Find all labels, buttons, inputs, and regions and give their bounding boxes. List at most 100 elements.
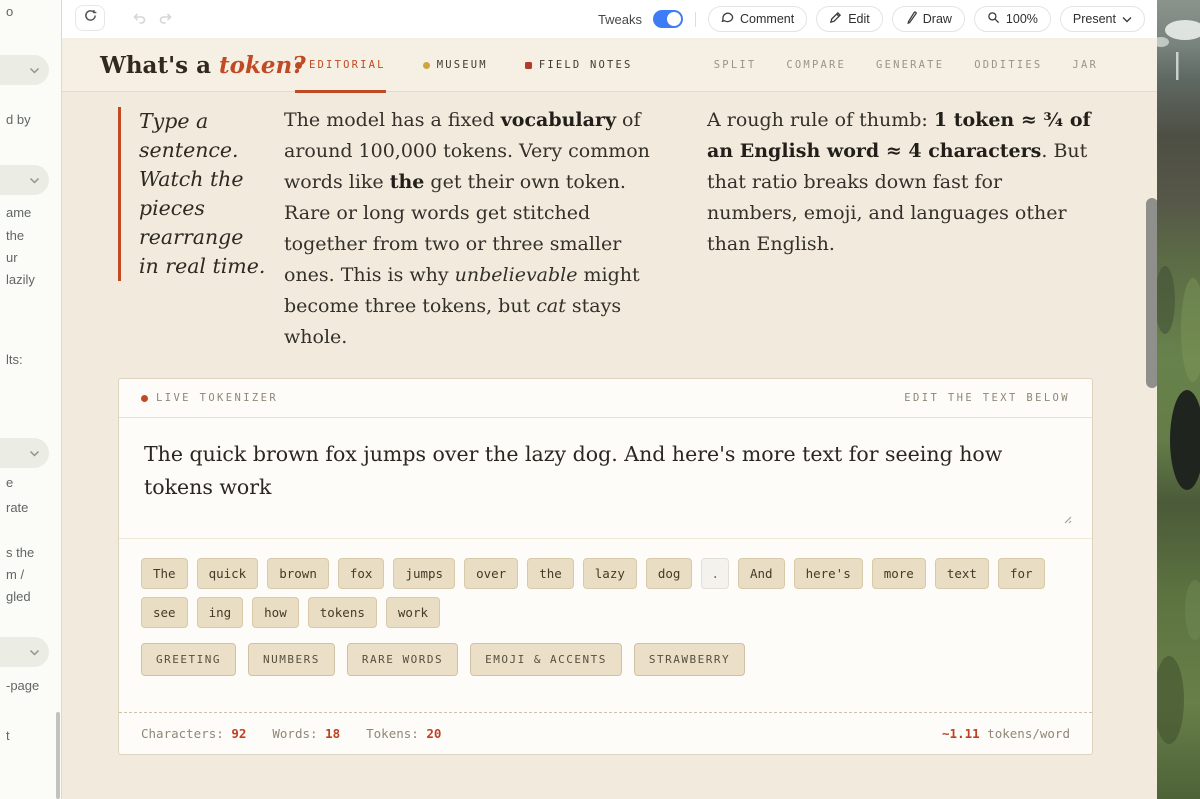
draw-label: Draw (923, 12, 952, 26)
token-chip: The (141, 558, 188, 589)
nav-tab-field-notes[interactable]: FIELD NOTES (525, 38, 633, 92)
stat-item: Tokens: 20 (366, 726, 441, 741)
nav-tab-label: EDITORIAL (309, 59, 386, 71)
chevron-down-icon (29, 61, 40, 79)
present-button[interactable]: Present (1060, 6, 1145, 32)
stat-value: 18 (325, 726, 340, 741)
token-chip: And (738, 558, 785, 589)
tweaks-toggle[interactable] (653, 10, 683, 28)
dot-marker-icon (423, 62, 430, 69)
nav-link-split[interactable]: SPLIT (714, 59, 757, 71)
sidebar-text-fragment: ame (6, 205, 31, 220)
nav-tab-label: FIELD NOTES (539, 59, 633, 71)
stat-value: 20 (426, 726, 441, 741)
square-marker-icon (525, 62, 532, 69)
stats-group: Characters: 92Words: 18Tokens: 20 (141, 726, 441, 741)
stat-label: Tokens: (366, 726, 426, 741)
panel-footer: Characters: 92Words: 18Tokens: 20 ~1.11 … (119, 712, 1092, 754)
ratio-label: tokens/word (987, 726, 1070, 741)
tokenizer-textarea[interactable]: The quick brown fox jumps over the lazy … (144, 438, 1049, 504)
nav-tab-editorial[interactable]: EDITORIAL (295, 38, 386, 92)
zoom-level-label: 100% (1006, 12, 1038, 26)
title-accent: token? (219, 52, 306, 79)
present-label: Present (1073, 12, 1116, 26)
undo-icon[interactable] (132, 11, 147, 30)
token-chip: fox (338, 558, 385, 589)
sidebar-text-fragment: gled (6, 589, 31, 604)
magnifier-icon (987, 11, 1000, 27)
nav-link-compare[interactable]: COMPARE (786, 59, 846, 71)
refresh-icon (84, 9, 97, 27)
sidebar-select[interactable] (0, 55, 49, 85)
preset-button-strawberry[interactable]: STRAWBERRY (634, 643, 745, 676)
token-chip: quick (197, 558, 259, 589)
preset-button-emoji-accents[interactable]: EMOJI & ACCENTS (470, 643, 622, 676)
sidebar-text-fragment: lazily (6, 272, 35, 287)
primary-nav: EDITORIAL MUSEUM FIELD NOTES (295, 38, 633, 92)
token-chip: lazy (583, 558, 637, 589)
zoom-button[interactable]: 100% (974, 6, 1051, 32)
reload-button[interactable] (75, 5, 105, 31)
token-chip: work (386, 597, 440, 628)
chevron-down-icon (29, 171, 40, 189)
sidebar-text-fragment: lts: (6, 352, 23, 367)
pull-quote: Type a sentence. Watch the pieces rearra… (118, 107, 268, 281)
edit-button[interactable]: Edit (816, 6, 883, 32)
edit-label: Edit (848, 12, 870, 26)
preset-button-rare-words[interactable]: RARE WORDS (347, 643, 458, 676)
editorial-paragraph-2: A rough rule of thumb: 1 token ≈ ¾ of an… (707, 105, 1093, 260)
nav-link-oddities[interactable]: ODDITIES (974, 59, 1042, 71)
preset-button-numbers[interactable]: NUMBERS (248, 643, 335, 676)
tweaks-label: Tweaks (598, 12, 642, 27)
dot-marker-icon (295, 62, 302, 69)
secondary-nav: SPLIT COMPARE GENERATE ODDITIES JAR (714, 38, 1098, 92)
sidebar-text-fragment: m / (6, 567, 24, 582)
stat-label: Characters: (141, 726, 231, 741)
text-segment: vocabulary (501, 109, 616, 131)
token-chip: brown (267, 558, 329, 589)
token-chip: dog (646, 558, 693, 589)
sidebar-scrollbar-thumb[interactable] (56, 712, 60, 799)
text-segment: The model has a fixed (284, 109, 501, 131)
stat-label: Words: (272, 726, 325, 741)
sidebar-select[interactable] (0, 165, 49, 195)
nav-link-generate[interactable]: GENERATE (876, 59, 944, 71)
token-chip: . (701, 558, 729, 589)
toolbar-divider (695, 12, 696, 27)
nav-tab-museum[interactable]: MUSEUM (423, 38, 488, 92)
text-segment: unbelievable (455, 264, 578, 286)
sidebar-text-fragment: the (6, 228, 24, 243)
main-area: Tweaks Comment (62, 0, 1157, 799)
token-chip: tokens (308, 597, 377, 628)
token-chip: the (527, 558, 574, 589)
comment-bubble-icon (721, 11, 734, 27)
token-chip: over (464, 558, 518, 589)
ratio-stat: ~1.11 tokens/word (942, 726, 1070, 741)
live-tokenizer-panel: LIVE TOKENIZER EDIT THE TEXT BELOW The q… (118, 378, 1093, 755)
nav-tab-label: MUSEUM (437, 59, 488, 71)
draw-button[interactable]: Draw (892, 6, 965, 32)
sidebar-select[interactable] (0, 637, 49, 667)
chevron-down-icon (1122, 12, 1132, 26)
nav-link-jar[interactable]: JAR (1072, 59, 1098, 71)
sidebar-select[interactable] (0, 438, 49, 468)
page-content: Type a sentence. Watch the pieces rearra… (62, 92, 1157, 799)
comment-button[interactable]: Comment (708, 6, 807, 32)
sidebar-text-fragment: -page (6, 678, 39, 693)
pen-icon (829, 11, 842, 27)
sidebar-text-fragment: t (6, 728, 10, 743)
token-chip: jumps (393, 558, 455, 589)
tweaks-sidebar: od byametheurlazilylts:erates them /gled… (0, 0, 62, 799)
token-list: The quick brown fox jumps overthelazydog. And h… (119, 539, 1084, 628)
redo-icon[interactable] (158, 11, 173, 30)
panel-title: LIVE TOKENIZER (141, 392, 278, 404)
token-chip: for (998, 558, 1045, 589)
resize-handle-icon[interactable] (1061, 511, 1072, 529)
preset-buttons: GREETING NUMBERS RARE WORDS EMOJI & ACCENTS… (119, 628, 1092, 676)
panel-header: LIVE TOKENIZER EDIT THE TEXT BELOW (119, 379, 1092, 418)
token-chip: see (141, 597, 188, 628)
toggle-knob (667, 12, 681, 26)
token-chip: how (252, 597, 299, 628)
preset-button-greeting[interactable]: GREETING (141, 643, 236, 676)
background-photo (1157, 0, 1200, 799)
